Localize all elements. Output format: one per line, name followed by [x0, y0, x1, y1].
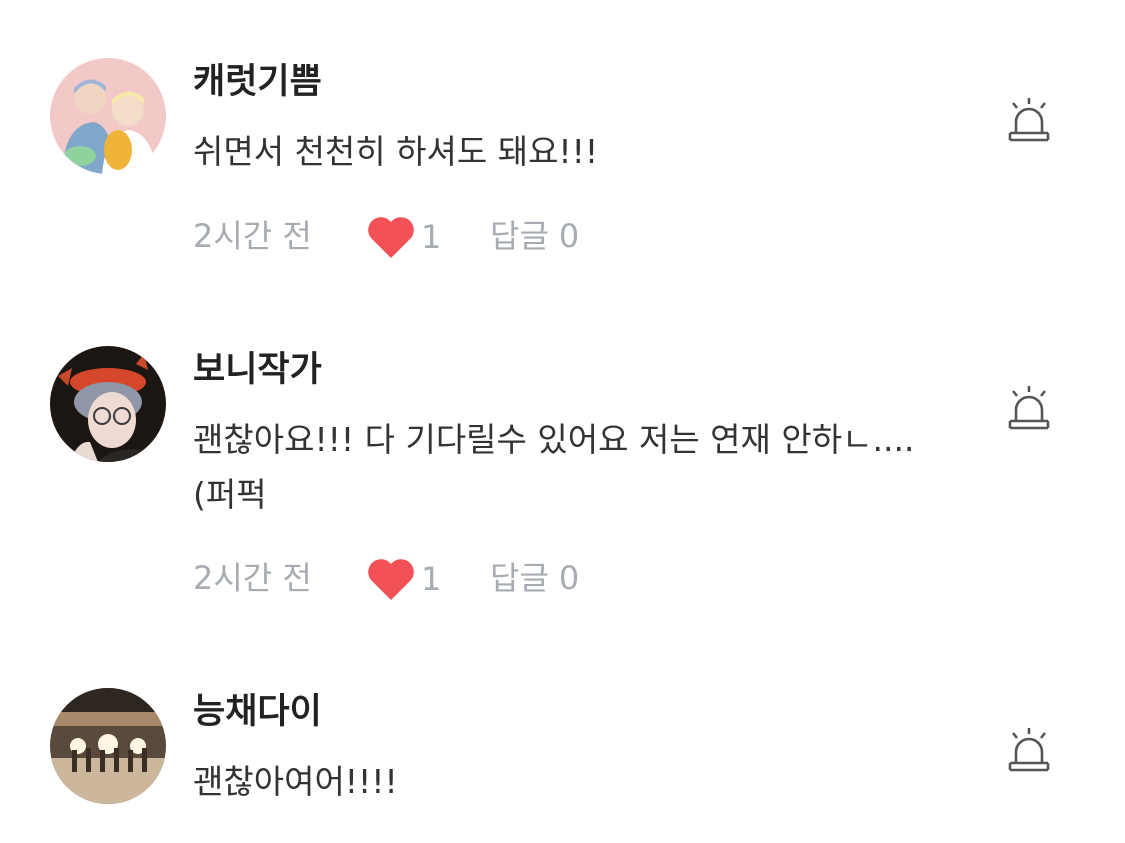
like-button[interactable]: 1 — [365, 214, 441, 260]
reply-button[interactable]: 답글 0 — [490, 214, 589, 258]
reply-label: 답글 — [490, 217, 549, 255]
heart-icon — [368, 217, 414, 258]
report-button[interactable] — [1004, 96, 1054, 146]
like-count: 1 — [421, 218, 442, 256]
reply-label: 답글 — [490, 559, 549, 597]
heart-icon — [368, 559, 414, 600]
report-button[interactable] — [1004, 726, 1054, 776]
avatar[interactable] — [50, 58, 166, 174]
siren-icon — [1008, 98, 1050, 142]
siren-icon — [1008, 728, 1050, 772]
comment-text: 괜찮아요!!! 다 기다릴수 있어요 저는 연재 안하ㄴ....(퍼퍽 — [193, 420, 915, 514]
reply-button[interactable]: 답글 0 — [490, 556, 589, 600]
author-name[interactable]: 능채다이 — [193, 690, 322, 734]
like-button[interactable]: 1 — [365, 556, 441, 602]
reply-count: 0 — [558, 217, 580, 255]
author-name[interactable]: 캐럿기쁨 — [193, 60, 322, 104]
report-button[interactable] — [1004, 384, 1054, 434]
siren-icon — [1008, 386, 1050, 430]
comment-time: 2시간 전 — [193, 217, 312, 255]
comment-text: 괜찮아여어!!!! — [193, 762, 398, 801]
reply-count: 0 — [558, 559, 580, 597]
comment-text: 쉬면서 천천히 하셔도 돼요!!! — [193, 132, 599, 171]
author-name[interactable]: 보니작가 — [193, 348, 322, 392]
like-count: 1 — [421, 560, 442, 598]
comment-time: 2시간 전 — [193, 559, 312, 597]
avatar[interactable] — [50, 346, 166, 462]
avatar[interactable] — [50, 688, 166, 804]
